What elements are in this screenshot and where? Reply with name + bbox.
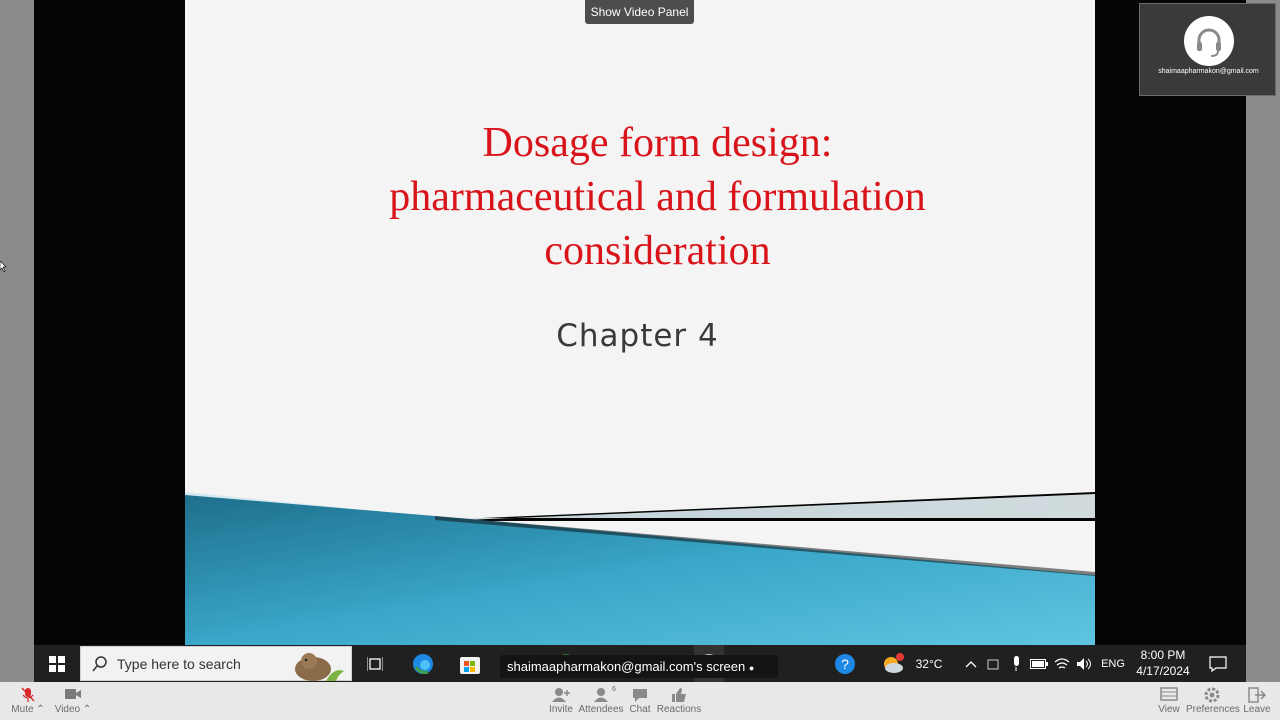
reactions-button[interactable]: Reactions	[656, 685, 702, 719]
weather-temperature[interactable]: 32°C	[910, 645, 948, 682]
notification-icon	[1209, 655, 1227, 672]
taskbar-search-input[interactable]: Type here to search	[80, 646, 352, 681]
chat-label: Chat	[629, 704, 651, 715]
share-banner-label: shaimaapharmakon@gmail.com's screen	[507, 659, 746, 674]
slide-chapter: Chapter 4	[556, 318, 719, 354]
presentation-slide: Dosage form design: pharmaceutical and f…	[185, 0, 1095, 645]
slide-title: Dosage form design: pharmaceutical and f…	[185, 116, 1095, 278]
view-button[interactable]: View	[1154, 685, 1184, 719]
mute-label: Mute ⌃	[11, 704, 45, 715]
weather-icon	[884, 652, 904, 673]
svg-text:?: ?	[841, 656, 849, 672]
invite-label: Invite	[549, 704, 573, 715]
wifi-button[interactable]	[1052, 645, 1072, 682]
clock-time: 8:00 PM	[1140, 648, 1186, 662]
search-placeholder: Type here to search	[117, 656, 241, 672]
input-language[interactable]: ENG	[1098, 645, 1128, 682]
chat-button[interactable]: Chat	[626, 685, 654, 719]
windows-logo-icon	[49, 655, 65, 672]
help-button[interactable]: ?	[832, 645, 858, 682]
battery-icon	[1030, 658, 1048, 669]
help-icon: ?	[835, 653, 855, 674]
search-highlight-illustration	[295, 653, 344, 681]
attendees-icon	[594, 688, 608, 702]
battery-button[interactable]	[1028, 645, 1050, 682]
mute-button[interactable]: Mute ⌃	[8, 685, 48, 719]
show-video-panel-button[interactable]: Show Video Panel	[585, 0, 694, 24]
chevron-up-icon	[965, 660, 977, 667]
participant-video-tile[interactable]: shaimaapharmakon@gmail.com	[1139, 3, 1276, 96]
edge-icon	[413, 653, 433, 674]
volume-button[interactable]	[1074, 645, 1094, 682]
headset-icon	[1197, 28, 1221, 57]
windows-start-button[interactable]	[40, 645, 74, 682]
task-view-button[interactable]	[362, 645, 388, 682]
microphone-tray-button[interactable]	[1006, 645, 1026, 682]
store-icon	[460, 656, 480, 674]
view-label: View	[1158, 704, 1180, 715]
clock-date: 4/17/2024	[1136, 664, 1190, 678]
edge-button[interactable]	[408, 645, 438, 682]
microphone-icon	[1014, 655, 1019, 671]
leave-label: Leave	[1243, 704, 1271, 715]
attendees-count: 6	[612, 686, 616, 693]
thumbs-up-icon	[672, 688, 686, 702]
video-label: Video ⌃	[54, 704, 92, 715]
slide-title-line: pharmaceutical and formulation	[389, 174, 926, 220]
video-button[interactable]: Video ⌃	[52, 685, 94, 719]
screen-share-banner[interactable]: shaimaapharmakon@gmail.com's screen ●	[500, 655, 778, 678]
microsoft-store-button[interactable]	[455, 645, 485, 682]
volume-icon	[1077, 657, 1091, 670]
preferences-button[interactable]: Preferences	[1186, 685, 1240, 719]
taskbar-clock[interactable]: 8:00 PM 4/17/2024	[1128, 647, 1198, 679]
preferences-label: Preferences	[1186, 704, 1240, 715]
leave-icon	[1248, 687, 1266, 703]
right-margin	[1246, 0, 1280, 682]
screen: Dosage form design: pharmaceutical and f…	[0, 0, 1280, 720]
wifi-icon	[1054, 657, 1070, 669]
view-layout-icon	[1160, 687, 1178, 701]
search-icon	[92, 656, 107, 672]
mouse-cursor-icon	[0, 261, 7, 273]
slide-wave-decoration	[185, 480, 1095, 645]
meeting-toolbar: Mute ⌃ Video ⌃ Invite 6 Attendees Chat R…	[0, 682, 1280, 720]
add-person-icon	[552, 688, 570, 702]
avatar	[1184, 16, 1234, 66]
left-margin	[0, 0, 34, 682]
invite-button[interactable]: Invite	[546, 685, 576, 719]
video-camera-icon	[65, 689, 81, 699]
microphone-muted-icon	[21, 687, 35, 702]
tray-app-icon	[987, 659, 999, 669]
reactions-label: Reactions	[656, 704, 702, 715]
slide-title-line: consideration	[544, 228, 771, 274]
attendees-label: Attendees	[578, 704, 624, 715]
tray-app-button[interactable]	[984, 645, 1004, 682]
weather-icon-button[interactable]	[880, 645, 906, 682]
task-view-icon	[367, 656, 383, 671]
leave-button[interactable]: Leave	[1240, 685, 1274, 719]
chat-icon	[633, 689, 647, 702]
slide-title-line: Dosage form design:	[482, 120, 833, 166]
show-hidden-icons-button[interactable]	[962, 645, 980, 682]
dot-indicator-icon: ●	[748, 663, 755, 673]
gear-icon	[1204, 687, 1220, 703]
attendees-button[interactable]: 6 Attendees	[578, 685, 624, 719]
notifications-button[interactable]	[1204, 645, 1232, 682]
participant-name: shaimaapharmakon@gmail.com	[1158, 68, 1259, 75]
